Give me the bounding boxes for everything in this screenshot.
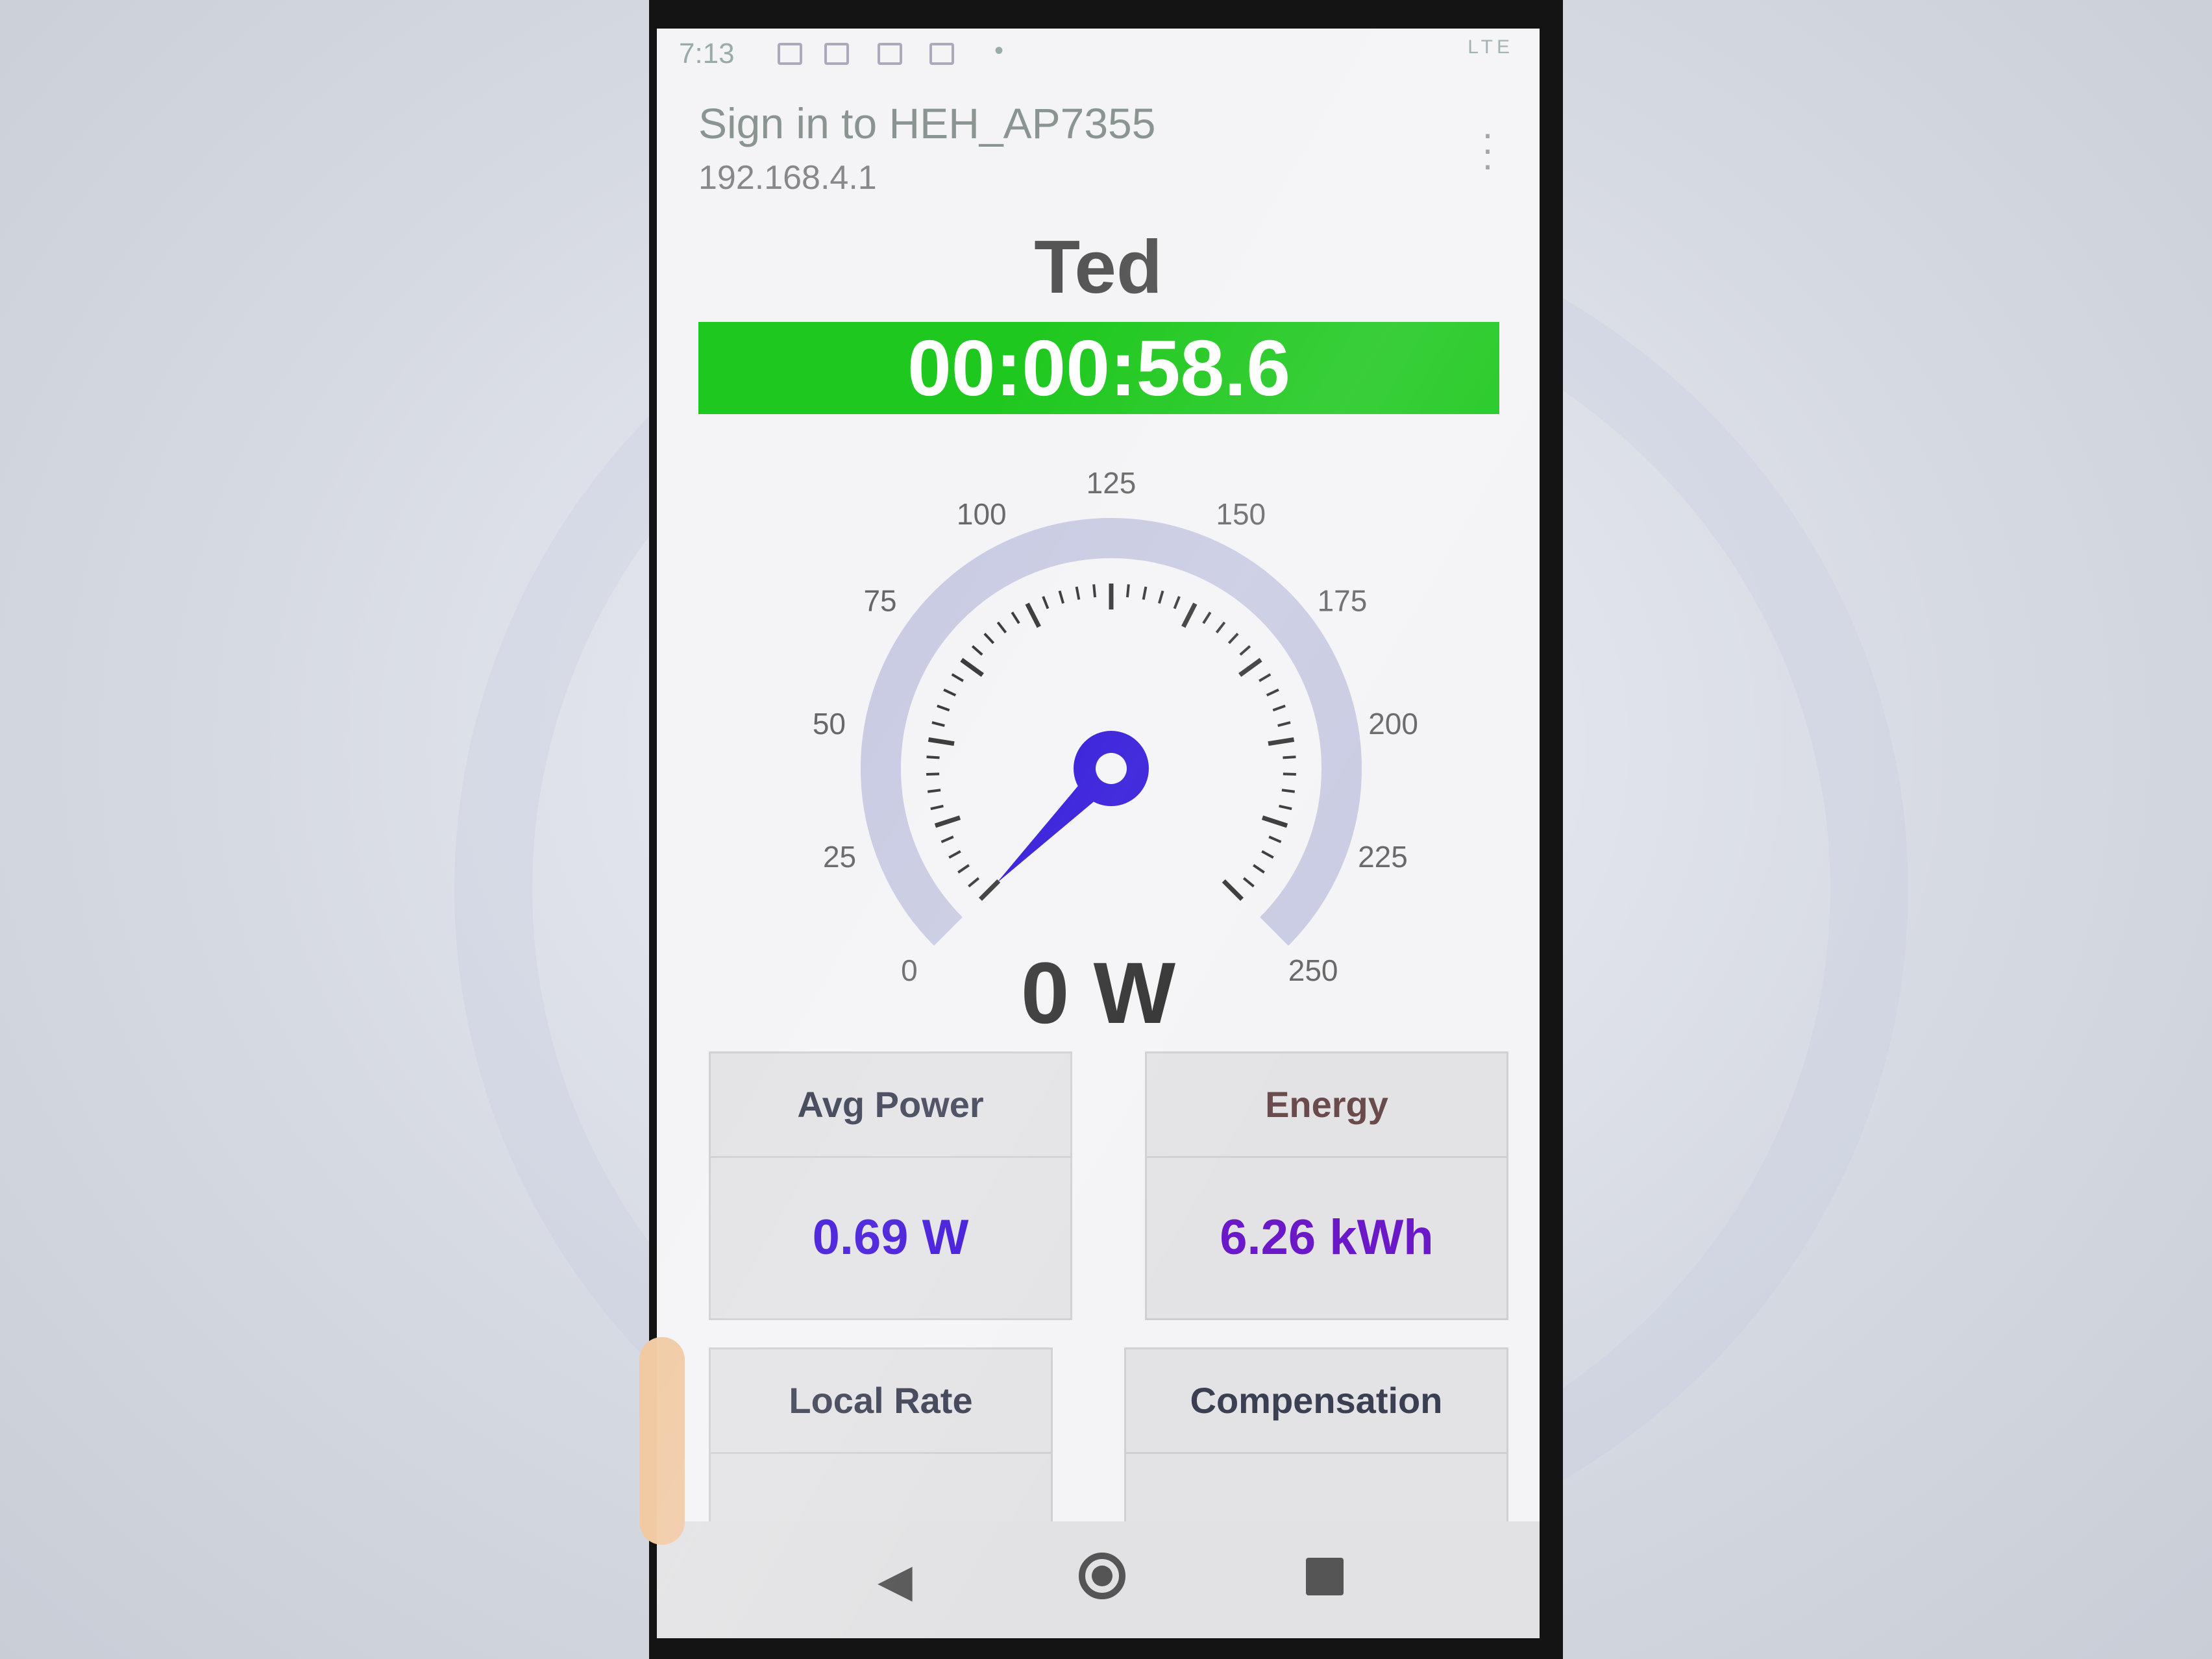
gauge-minor-tick [1281, 789, 1296, 793]
gauge-major-tick [934, 815, 961, 828]
gauge-major-tick [978, 879, 1001, 902]
notification-icon [878, 43, 902, 65]
gauge-major-tick [1238, 657, 1262, 677]
menu-icon[interactable]: · · · [1481, 114, 1494, 184]
gauge-minor-tick [1173, 596, 1181, 609]
elapsed-timer: 00:00:58.6 [698, 322, 1499, 414]
device-name: Ted [1034, 225, 1162, 309]
gauge-major-tick [960, 657, 984, 677]
card-label: Local Rate [711, 1349, 1051, 1454]
gauge-minor-tick [940, 835, 954, 844]
gauge-tick-label: 50 [813, 707, 846, 741]
gauge-minor-tick [937, 704, 950, 712]
gauge-minor-tick [1215, 621, 1226, 633]
status-bar: 7:13 • LTE [657, 29, 1540, 80]
gauge-minor-tick [971, 645, 983, 656]
notification-icon [824, 43, 849, 65]
network-indicator: LTE [1468, 36, 1514, 58]
gauge-minor-tick [1158, 590, 1164, 604]
gauge-minor-tick [1272, 704, 1286, 712]
gauge-hub-hole [1096, 753, 1127, 784]
gauge-minor-tick [1266, 688, 1279, 696]
gauge-tick-label: 25 [823, 840, 856, 874]
gauge-minor-tick [1042, 596, 1050, 609]
card-label: Avg Power [711, 1053, 1070, 1158]
card-value: 0.69 W [812, 1209, 969, 1265]
gauge-tick-label: 125 [1087, 466, 1137, 500]
gauge-minor-tick [927, 789, 941, 793]
card-label: Compensation [1126, 1349, 1506, 1454]
notification-icon [778, 43, 802, 65]
android-nav-bar: ◀ [657, 1521, 1540, 1638]
card-avg-power: Avg Power 0.69 W [709, 1051, 1072, 1320]
gauge-minor-tick [1092, 584, 1097, 598]
gauge-minor-tick [1075, 586, 1081, 600]
phone-screen: 7:13 • LTE Sign in to HEH_AP7355 192.168… [657, 29, 1540, 1638]
gauge-major-tick [1025, 602, 1041, 628]
gauge-minor-tick [1268, 835, 1282, 844]
card-energy: Energy 6.26 kWh [1145, 1051, 1508, 1320]
gauge-minor-tick [1239, 645, 1251, 656]
gauge-minor-tick [931, 721, 945, 728]
gauge-major-tick [1261, 815, 1288, 828]
gauge-minor-tick [1011, 611, 1020, 624]
gauge-minor-tick [983, 632, 995, 645]
page-title: Sign in to HEH_AP7355 [698, 99, 1156, 147]
gauge-minor-tick [1279, 804, 1292, 811]
gauge-major-tick [1222, 879, 1244, 902]
page-url: 192.168.4.1 [698, 159, 877, 197]
gauge-major-tick [1268, 737, 1295, 746]
gauge-minor-tick [1058, 590, 1064, 604]
gauge-minor-tick [951, 673, 964, 682]
home-icon[interactable] [1079, 1553, 1125, 1599]
gauge-tick-label: 175 [1318, 584, 1368, 617]
gauge-tick-label: 200 [1368, 707, 1418, 741]
gauge-minor-tick [968, 877, 980, 888]
gauge-minor-tick [1242, 877, 1255, 888]
gauge-minor-tick [1227, 632, 1239, 645]
back-icon[interactable]: ◀ [878, 1554, 913, 1607]
gauge-minor-tick [996, 621, 1007, 633]
card-label: Energy [1147, 1053, 1506, 1158]
gauge-tick-label: 150 [1216, 497, 1266, 531]
gauge-major-tick [1181, 602, 1198, 628]
gauge-minor-tick [1253, 864, 1265, 874]
more-notifications-dot: • [994, 36, 1004, 65]
gauge-tick-label: 225 [1358, 840, 1408, 874]
gauge-minor-tick [957, 864, 970, 874]
gauge-minor-tick [930, 804, 944, 811]
gauge-minor-tick [1125, 584, 1130, 598]
card-value: 6.26 kWh [1220, 1209, 1434, 1265]
gauge-minor-tick [1202, 611, 1212, 624]
gauge-minor-tick [943, 688, 957, 696]
gauge-tick-label: 100 [957, 497, 1007, 531]
gauge-major-tick [928, 737, 955, 746]
power-reading: 0 W [1020, 945, 1176, 1042]
gauge-minor-tick [1277, 721, 1291, 728]
notification-icon [929, 43, 954, 65]
finger [639, 1337, 685, 1545]
gauge-tick-label: 75 [863, 584, 896, 617]
gauge-minor-tick [1261, 850, 1274, 859]
gauge-minor-tick [1142, 586, 1148, 600]
gauge-minor-tick [1259, 673, 1272, 682]
recents-icon[interactable] [1306, 1558, 1344, 1595]
power-gauge: 0255075100125150175200225250 [813, 466, 1418, 987]
status-time: 7:13 [679, 38, 735, 69]
gauge-minor-tick [948, 850, 961, 859]
